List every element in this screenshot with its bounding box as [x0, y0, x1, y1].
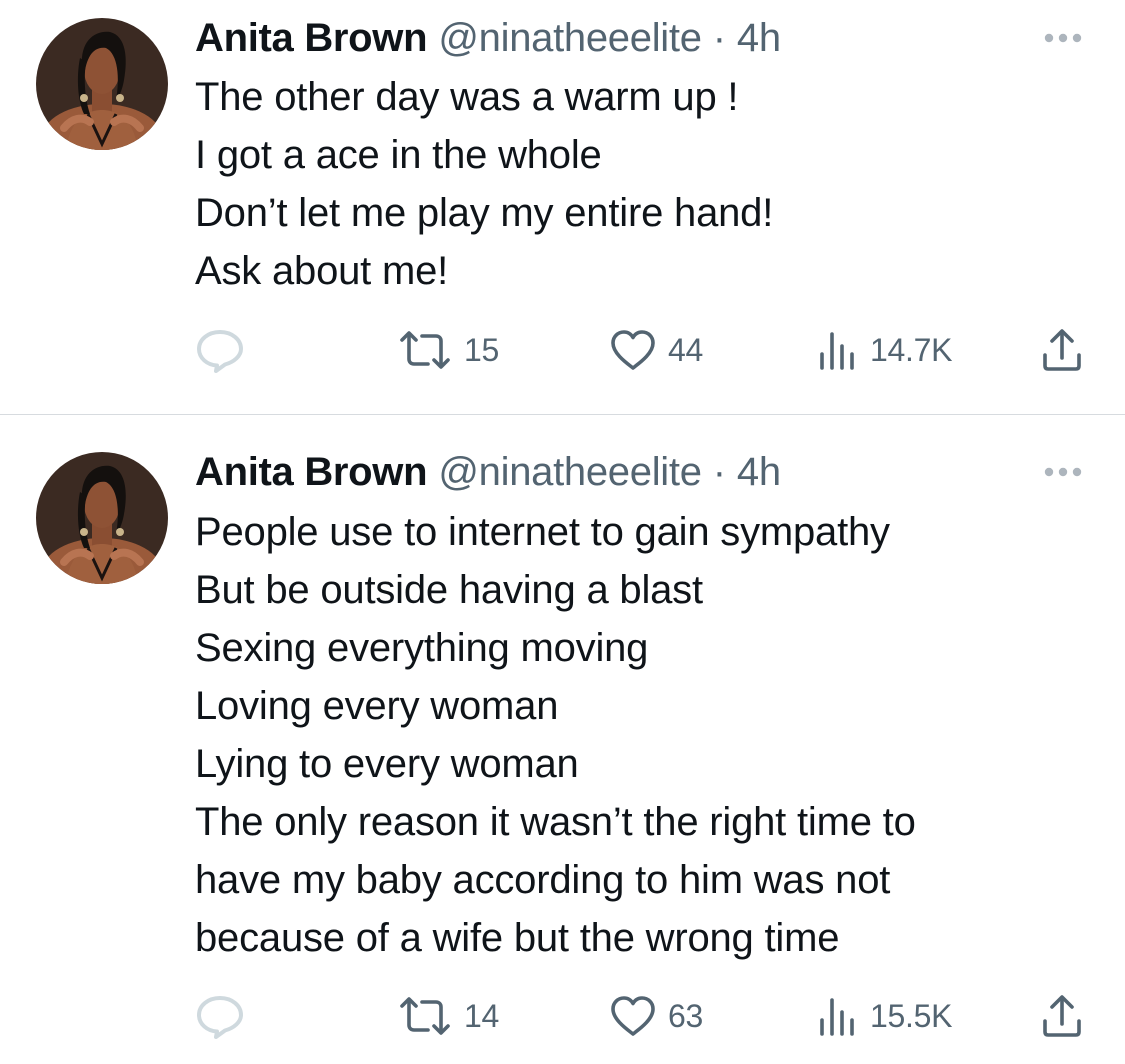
- author-name[interactable]: Anita Brown: [195, 450, 428, 494]
- tweet-text-line: Ask about me!: [195, 249, 449, 293]
- author-handle[interactable]: @ninatheeelite: [438, 450, 702, 494]
- tweet-text-line: The other day was a warm up !: [195, 75, 739, 119]
- more-icon[interactable]: [1040, 28, 1086, 48]
- more-icon[interactable]: [1040, 462, 1086, 482]
- timestamp[interactable]: 4h: [737, 450, 781, 494]
- views-icon: [820, 998, 854, 1036]
- tweet[interactable]: Anita Brown @ninatheeelite · 4h The othe…: [0, 0, 1125, 414]
- tweet-text-line: because of a wife but the wrong time: [195, 916, 840, 960]
- like-count: 44: [668, 332, 703, 368]
- divider: [0, 414, 1125, 415]
- views-icon: [820, 332, 854, 370]
- tweet-header: Anita Brown @ninatheeelite · 4h: [195, 15, 781, 61]
- tweet-text-line: Sexing everything moving: [195, 626, 649, 670]
- share-button[interactable]: [1040, 991, 1084, 1041]
- share-icon: [1043, 995, 1081, 1037]
- like-button[interactable]: 63: [610, 991, 703, 1041]
- heart-icon: [611, 330, 655, 370]
- reply-icon: [197, 996, 243, 1039]
- separator-dot: ·: [712, 450, 726, 494]
- tweet-text-line: Don’t let me play my entire hand!: [195, 191, 774, 235]
- tweet-text-line: have my baby according to him was not: [195, 858, 891, 902]
- avatar[interactable]: [36, 452, 168, 584]
- heart-icon: [611, 996, 655, 1036]
- share-icon: [1043, 329, 1081, 371]
- author-name[interactable]: Anita Brown: [195, 16, 428, 60]
- like-button[interactable]: 44: [610, 325, 703, 375]
- tweet-text-line: People use to internet to gain sympathy: [195, 510, 890, 554]
- share-button[interactable]: [1040, 325, 1084, 375]
- tweet-text: People use to internet to gain sympathy …: [195, 503, 1095, 967]
- views-button[interactable]: 15.5K: [818, 991, 952, 1041]
- tweet[interactable]: Anita Brown @ninatheeelite · 4h People u…: [0, 416, 1125, 1064]
- tweet-text-line: I got a ace in the whole: [195, 133, 602, 177]
- tweet-text-line: The only reason it wasn’t the right time…: [195, 800, 916, 844]
- avatar[interactable]: [36, 18, 168, 150]
- views-count: 14.7K: [870, 332, 953, 368]
- retweet-icon: [400, 997, 450, 1035]
- retweet-icon: [400, 331, 450, 369]
- reply-icon: [197, 330, 243, 373]
- retweet-count: 14: [464, 998, 499, 1034]
- tweet-text-line: Loving every woman: [195, 684, 559, 728]
- separator-dot: ·: [712, 16, 726, 60]
- tweet-text: The other day was a warm up ! I got a ac…: [195, 68, 1095, 300]
- views-count: 15.5K: [870, 998, 953, 1034]
- action-bar: 14 63 15.5K: [0, 991, 1125, 1041]
- action-bar: 15 44 14.7K: [0, 325, 1125, 375]
- reply-button[interactable]: [195, 325, 245, 375]
- tweet-header: Anita Brown @ninatheeelite · 4h: [195, 449, 781, 495]
- tweet-text-line: But be outside having a blast: [195, 568, 703, 612]
- retweet-button[interactable]: 15: [398, 325, 499, 375]
- reply-button[interactable]: [195, 991, 245, 1041]
- like-count: 63: [668, 998, 703, 1034]
- retweet-button[interactable]: 14: [398, 991, 499, 1041]
- timestamp[interactable]: 4h: [737, 16, 781, 60]
- retweet-count: 15: [464, 332, 499, 368]
- author-handle[interactable]: @ninatheeelite: [438, 16, 702, 60]
- tweet-text-line: Lying to every woman: [195, 742, 579, 786]
- views-button[interactable]: 14.7K: [818, 325, 952, 375]
